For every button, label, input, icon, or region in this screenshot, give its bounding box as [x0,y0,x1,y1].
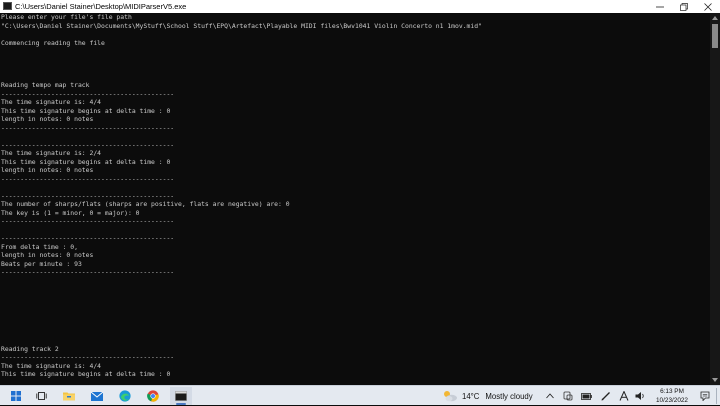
file-explorer-button[interactable] [58,387,80,405]
show-desktop-button[interactable] [716,388,717,404]
input-language-button[interactable] [619,386,629,406]
console-line: ----------------------------------------… [1,174,175,183]
console-line: The key is (1 = minor, 0 = major): 0 [1,208,140,217]
console-line: Reading tempo map track [1,81,90,89]
console-line: This time signature begins at delta time… [1,370,171,378]
tray-app-icon [563,391,573,401]
console-line: length in notes: 0 notes [1,115,94,123]
minimize-button[interactable] [648,0,672,13]
caret-down-icon [712,378,718,382]
console-line: The time signature is: 4/4 [1,98,102,106]
weather-temperature: 14°C [462,391,480,401]
console-line: The number of sharps/flats (sharps are p… [1,200,290,208]
close-icon [704,2,712,11]
window-title: C:\Users\Daniel Stainer\Desktop\MIDIPars… [15,2,187,11]
speaker-icon [635,392,644,400]
console-line: Please enter your file's file path [1,13,132,21]
caret-up-icon [712,16,718,20]
volume-button[interactable] [635,386,645,406]
cloudy-weather-icon [444,391,457,402]
chevron-up-icon [546,393,554,399]
ime-mode-icon [619,391,629,401]
console-line: length in notes: 0 notes [1,251,94,259]
console-output[interactable]: Please enter your file's file path "C:\Us… [0,13,710,385]
console-line: "C:\Users\Daniel Stainer\Documents\MyStu… [1,21,482,30]
start-button[interactable] [5,387,27,405]
scroll-up-button[interactable] [710,13,720,23]
console-line: length in notes: 0 notes [1,166,94,174]
console-line: ----------------------------------------… [1,353,175,361]
mail-button[interactable] [86,387,108,405]
close-button[interactable] [696,0,720,13]
notifications-button[interactable] [700,386,710,406]
clock-time: 6:13 PM [660,388,684,395]
window-titlebar[interactable]: C:\Users\Daniel Stainer\Desktop\MIDIPars… [0,0,720,13]
edge-button[interactable] [114,387,136,405]
task-view-button[interactable] [30,387,52,405]
console-line: Commencing reading the file [1,38,105,47]
battery-button[interactable] [581,386,592,406]
console-line: Reading track 2 [1,344,59,353]
console-line: ----------------------------------------… [1,268,175,276]
mail-icon [91,391,103,401]
console-line: From delta time : 0, [1,242,78,251]
maximize-icon [680,2,688,11]
show-hidden-icons-button[interactable] [546,386,554,406]
terminal-icon [175,391,187,401]
edge-icon [119,390,131,402]
maximize-button[interactable] [672,0,696,13]
console-line: ----------------------------------------… [1,123,175,132]
minimize-icon [656,6,664,7]
console-line: The time signature is: 4/4 [1,361,102,370]
weather-widget[interactable]: 14°C Mostly cloudy [442,386,533,406]
console-app-icon [3,2,12,10]
chrome-icon [147,390,159,402]
console-line: ----------------------------------------… [1,217,175,225]
tray-app-button[interactable] [563,386,573,406]
clock[interactable]: 6:13 PM 10/23/2022 [648,387,696,405]
console-line: This time signature begins at delta time… [1,106,171,115]
battery-icon [581,392,592,400]
console-line: The time signature is: 2/4 [1,149,102,157]
console-line: ----------------------------------------… [1,140,175,149]
folder-icon [63,392,75,401]
console-line: Beats per minute : 93 [1,259,82,268]
taskbar: 14°C Mostly cloudy 6:13 PM 10/23/2022 [0,385,720,405]
console-line: ----------------------------------------… [1,89,175,98]
console-line: This time signature begins at delta time… [1,157,171,166]
weather-condition: Mostly cloudy [485,391,533,401]
pen-button[interactable] [601,386,611,406]
pen-icon [601,392,610,401]
clock-date: 10/23/2022 [656,397,688,404]
task-view-icon [35,392,47,400]
scroll-down-button[interactable] [710,375,720,385]
windows-logo-icon [11,391,21,401]
notification-icon [700,391,710,401]
chrome-button[interactable] [142,387,164,405]
console-line: ----------------------------------------… [1,191,175,200]
console-line: ----------------------------------------… [1,234,175,242]
scrollbar-thumb[interactable] [712,24,718,48]
console-scrollbar[interactable] [710,13,720,385]
console-app-button[interactable] [170,387,192,405]
